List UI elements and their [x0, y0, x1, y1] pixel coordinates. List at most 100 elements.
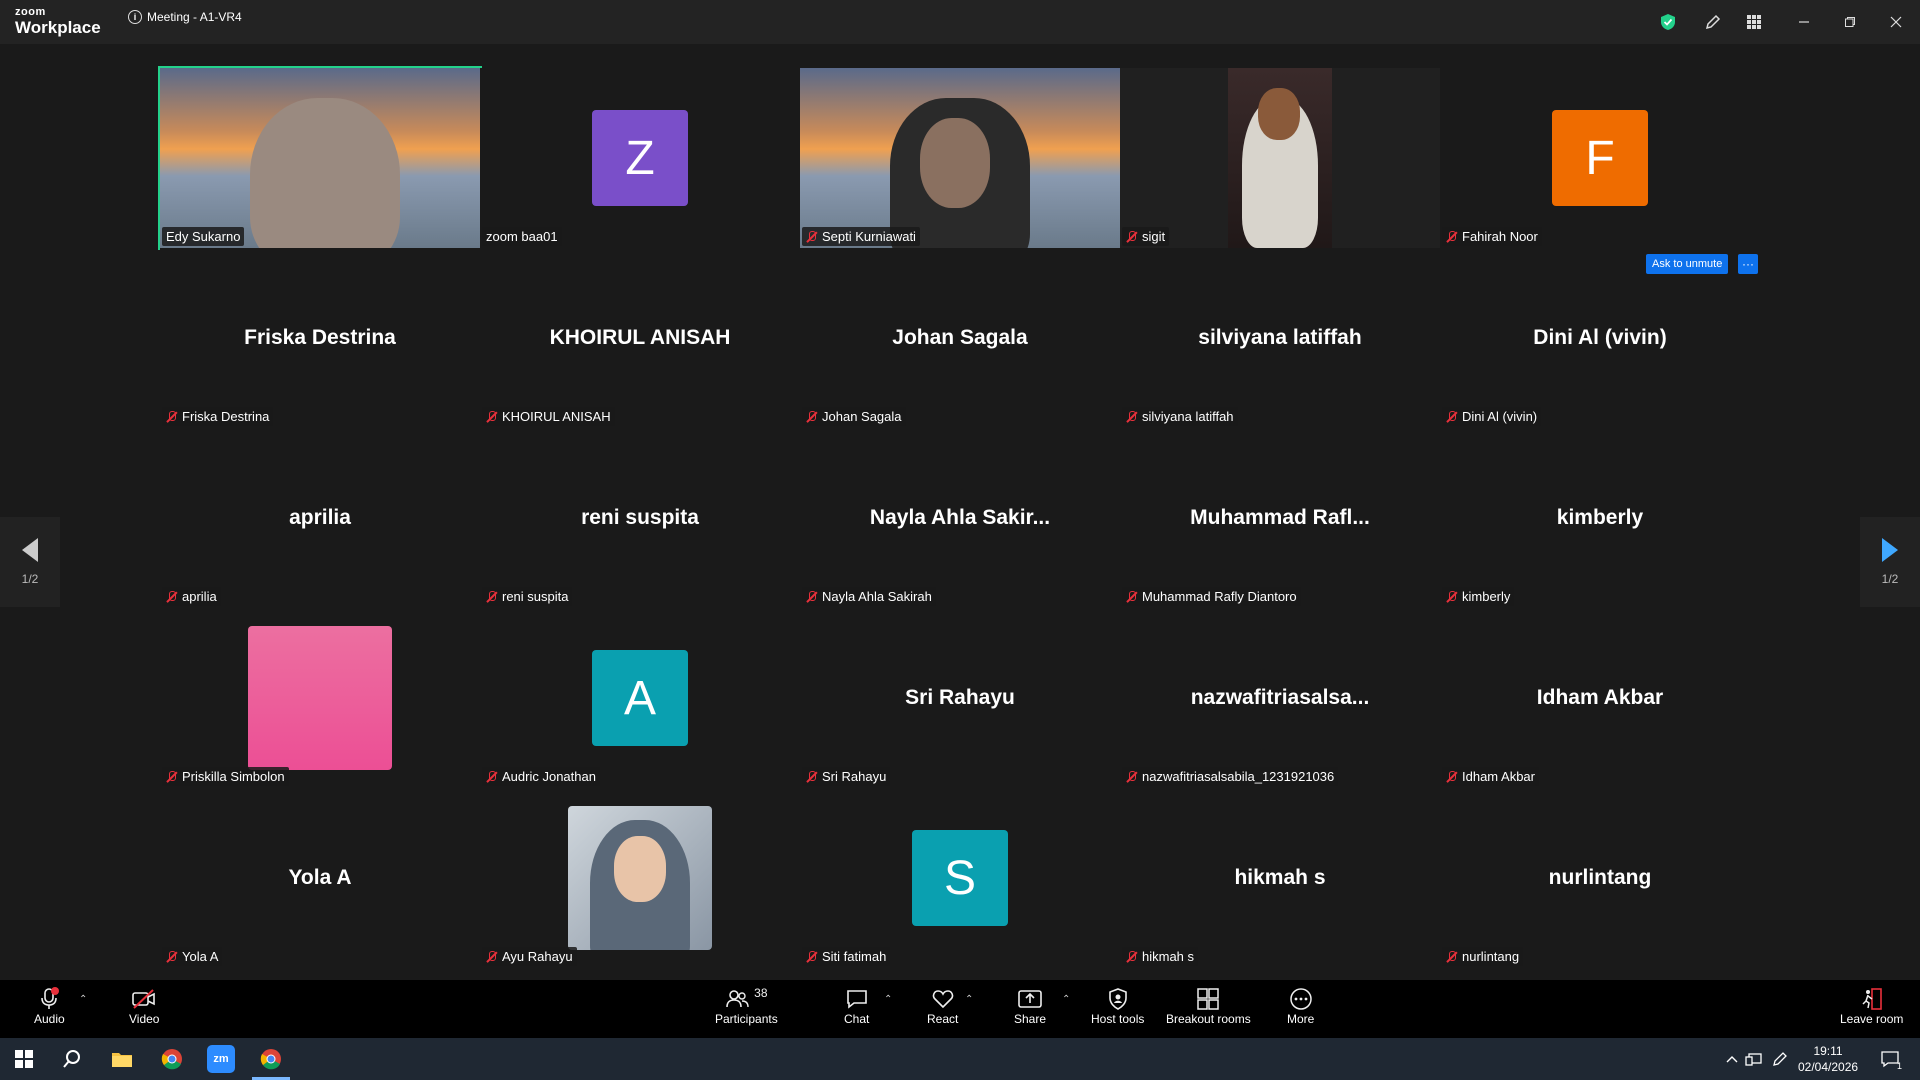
previous-page-button[interactable]: 1/2	[0, 517, 60, 607]
react-button[interactable]: React	[927, 986, 958, 1026]
participant-tile[interactable]: nurlintang nurlintang	[1440, 788, 1760, 968]
participant-tile[interactable]: reni suspita reni suspita	[480, 428, 800, 608]
breakout-rooms-icon	[1195, 986, 1221, 1012]
chrome-active-icon[interactable]	[257, 1045, 285, 1073]
tile-more-button[interactable]: ···	[1738, 254, 1758, 274]
participant-tile[interactable]: A Audric Jonathan	[480, 608, 800, 788]
participant-tile[interactable]: F Fahirah Noor	[1440, 68, 1760, 248]
close-icon[interactable]	[1885, 11, 1907, 33]
participant-name-label: nazwafitriasalsabila_1231921036	[1122, 767, 1339, 786]
participant-name: Audric Jonathan	[502, 769, 596, 784]
shield-icon	[1107, 986, 1129, 1012]
participant-name: Muhammad Rafly Diantoro	[1142, 589, 1297, 604]
participant-name: Septi Kurniawati	[822, 229, 916, 244]
participant-tile[interactable]: Muhammad Rafl... Muhammad Rafly Diantoro	[1120, 428, 1440, 608]
share-button[interactable]: Share	[1014, 986, 1046, 1026]
share-icon	[1017, 986, 1043, 1012]
shield-icon[interactable]	[1657, 11, 1679, 33]
participant-display-name: silviyana latiffah	[1198, 326, 1362, 349]
mic-icon	[38, 986, 60, 1012]
participant-tile[interactable]: silviyana latiffah silviyana latiffah	[1120, 248, 1440, 428]
logo-small-text: zoom	[15, 6, 46, 18]
ask-to-unmute-button[interactable]: Ask to unmute	[1646, 254, 1729, 274]
participant-name-label: silviyana latiffah	[1122, 407, 1238, 426]
participants-button[interactable]: 38 Participants	[715, 986, 778, 1026]
participant-tile[interactable]: Friska Destrina Friska Destrina	[160, 248, 480, 428]
participant-tile[interactable]: hikmah s hikmah s	[1120, 788, 1440, 968]
participant-tile[interactable]: Yola A Yola A	[160, 788, 480, 968]
leave-room-label: Leave room	[1840, 1012, 1904, 1026]
pencil-icon[interactable]	[1702, 11, 1724, 33]
notification-icon[interactable]: 1	[1876, 1045, 1904, 1073]
participant-tile[interactable]: Idham Akbar Idham Akbar	[1440, 608, 1760, 788]
participant-tile[interactable]: Zzoom baa01	[480, 68, 800, 248]
participant-tile[interactable]: S Siti fatimah	[800, 788, 1120, 968]
participant-name-label: Nayla Ahla Sakirah	[802, 587, 936, 606]
participant-tile[interactable]: Sri Rahayu Sri Rahayu	[800, 608, 1120, 788]
restore-icon[interactable]	[1839, 11, 1861, 33]
participant-tile[interactable]: Nayla Ahla Sakir... Nayla Ahla Sakirah	[800, 428, 1120, 608]
participant-name-label: Idham Akbar	[1442, 767, 1539, 786]
participant-tile[interactable]: sigit	[1120, 68, 1440, 248]
network-icon[interactable]	[1740, 1045, 1768, 1073]
chrome-icon[interactable]	[158, 1045, 186, 1073]
participant-tile[interactable]: Johan Sagala Johan Sagala	[800, 248, 1120, 428]
participant-name-label: hikmah s	[1122, 947, 1199, 966]
participant-name: Siti fatimah	[822, 949, 887, 964]
participant-tile[interactable]: Priskilla Simbolon	[160, 608, 480, 788]
video-button[interactable]: Video	[129, 986, 159, 1026]
mic-muted-icon	[166, 410, 178, 423]
profile-photo	[568, 806, 712, 950]
meeting-title: Meeting - A1-VR4	[147, 10, 242, 24]
chat-options-caret[interactable]: ⌃	[884, 994, 892, 1005]
zoom-taskbar-icon[interactable]: zm	[207, 1045, 235, 1073]
arrow-left-icon	[22, 538, 38, 562]
participant-name: Sri Rahayu	[822, 769, 887, 784]
mic-muted-icon	[806, 230, 818, 243]
search-icon[interactable]	[58, 1045, 86, 1073]
participant-name-label: Sri Rahayu	[802, 767, 891, 786]
participant-tile[interactable]: Edy Sukarno	[158, 66, 482, 250]
participant-tile[interactable]: Dini Al (vivin) Dini Al (vivin)	[1440, 248, 1760, 428]
audio-options-caret[interactable]: ⌃	[79, 994, 87, 1005]
participant-tile[interactable]: aprilia aprilia	[160, 428, 480, 608]
mic-muted-icon	[1446, 410, 1458, 423]
meeting-info[interactable]: i Meeting - A1-VR4	[128, 10, 242, 24]
share-label: Share	[1014, 1012, 1047, 1026]
participant-tile[interactable]: kimberly kimberly	[1440, 428, 1760, 608]
participant-name: sigit	[1142, 229, 1166, 244]
participant-name-label: nurlintang	[1442, 947, 1524, 966]
breakout-rooms-button[interactable]: Breakout rooms	[1166, 986, 1251, 1026]
more-button[interactable]: More	[1287, 986, 1314, 1026]
leave-room-button[interactable]: Leave room	[1840, 986, 1903, 1026]
chat-icon	[845, 986, 869, 1012]
share-options-caret[interactable]: ⌃	[1062, 994, 1070, 1005]
participant-name-label: Johan Sagala	[802, 407, 906, 426]
participant-tile[interactable]: Septi Kurniawati	[800, 68, 1120, 248]
next-page-button[interactable]: 1/2	[1860, 517, 1920, 607]
profile-photo	[248, 626, 392, 770]
apps-grid-icon[interactable]	[1743, 11, 1765, 33]
system-clock[interactable]: 19:11 02/04/2026	[1798, 1043, 1858, 1075]
participant-tile[interactable]: nazwafitriasalsa... nazwafitriasalsabila_…	[1120, 608, 1440, 788]
react-options-caret[interactable]: ⌃	[965, 994, 973, 1005]
mic-muted-icon	[1446, 950, 1458, 963]
pen-icon[interactable]	[1766, 1045, 1794, 1073]
video-off-icon	[131, 986, 157, 1012]
participant-tile[interactable]: Ayu Rahayu	[480, 788, 800, 968]
title-bar: zoom Workplace i Meeting - A1-VR4	[0, 0, 1920, 44]
heart-icon	[931, 986, 955, 1012]
participant-name-label: Edy Sukarno	[162, 227, 245, 246]
participant-tile[interactable]: KHOIRUL ANISAH KHOIRUL ANISAH	[480, 248, 800, 428]
audio-button[interactable]: Audio	[34, 986, 65, 1026]
avatar: S	[912, 830, 1008, 926]
participant-name-label: Fahirah Noor	[1442, 227, 1542, 246]
minimize-icon[interactable]	[1793, 11, 1815, 33]
windows-start-icon[interactable]	[10, 1045, 38, 1073]
participant-display-name: Nayla Ahla Sakir...	[869, 506, 1051, 529]
participant-display-name: Friska Destrina	[244, 326, 396, 349]
chat-button[interactable]: Chat	[844, 986, 869, 1026]
participant-name-label: reni suspita	[482, 587, 573, 606]
host-tools-button[interactable]: Host tools	[1091, 986, 1144, 1026]
file-explorer-icon[interactable]	[108, 1045, 136, 1073]
